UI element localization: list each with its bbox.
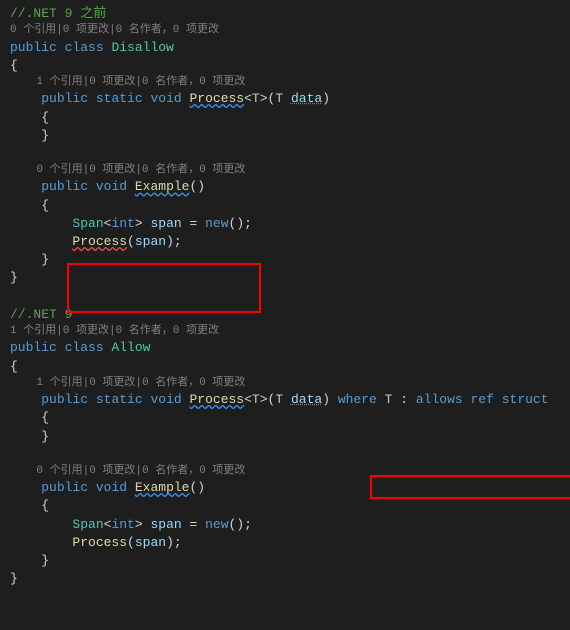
comment-line: //.NET 9 (10, 307, 72, 322)
class-name: Disallow (111, 40, 173, 55)
type-span: Span (72, 216, 103, 231)
codelens-line[interactable]: 1 个引用|0 项更改|0 名作者，0 项更改 (10, 324, 560, 339)
comment-line: //.NET 9 之前 (10, 6, 106, 21)
keyword-where: where (338, 392, 377, 407)
keyword-allows: allows (416, 392, 463, 407)
code-editor: //.NET 9 之前 0 个引用|0 项更改|0 名作者，0 项更改 publ… (10, 5, 560, 588)
codelens-line[interactable]: 0 个引用|0 项更改|0 名作者，0 项更改 (10, 23, 560, 38)
keyword-struct: struct (502, 392, 549, 407)
codelens-line[interactable]: 0 个引用|0 项更改|0 名作者，0 项更改 (36, 164, 245, 176)
keyword-class: class (65, 40, 104, 55)
type-param: T (252, 91, 260, 106)
method-name: Example (135, 480, 190, 495)
keyword-void: void (150, 91, 181, 106)
class-name: Allow (111, 340, 150, 355)
keyword-ref: ref (471, 392, 494, 407)
keyword-public: public (41, 91, 88, 106)
keyword-public: public (10, 40, 57, 55)
method-name: Example (135, 179, 190, 194)
keyword-static: static (96, 91, 143, 106)
method-name: Process (190, 91, 245, 106)
codelens-line[interactable]: 1 个引用|0 项更改|0 名作者，0 项更改 (36, 377, 245, 389)
method-name: Process (190, 392, 245, 407)
method-call: Process (72, 535, 127, 550)
codelens-line[interactable]: 1 个引用|0 项更改|0 名作者，0 项更改 (36, 76, 245, 88)
codelens-line[interactable]: 0 个引用|0 项更改|0 名作者，0 项更改 (36, 465, 245, 477)
var-name: span (150, 216, 181, 231)
method-call: Process (72, 234, 127, 249)
brace: { (10, 58, 18, 73)
param-name: data (291, 91, 322, 106)
